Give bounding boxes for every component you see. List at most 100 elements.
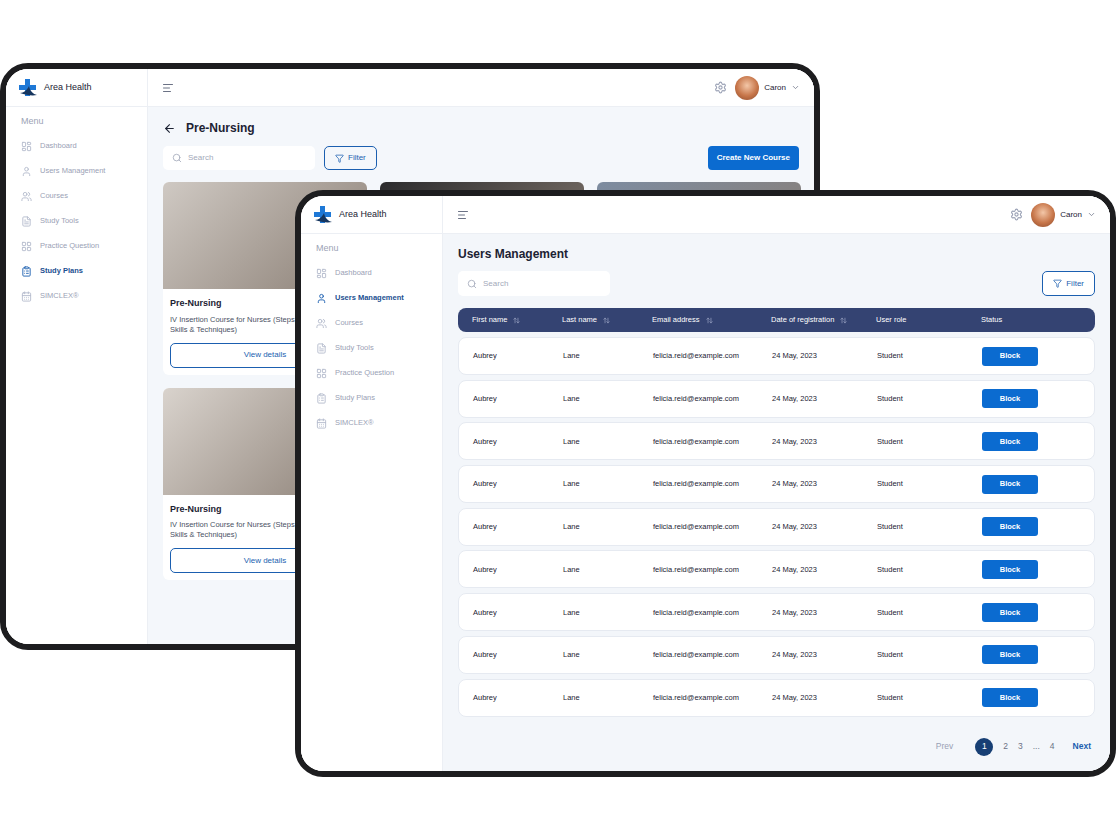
- block-button[interactable]: Block: [982, 475, 1038, 494]
- sidebar-item[interactable]: Dashboard: [21, 139, 132, 154]
- next-button[interactable]: Next: [1073, 740, 1091, 753]
- course-description: IV Insertion Course for Nurses (Steps, S…: [170, 520, 298, 540]
- role-cell: Student: [877, 350, 982, 361]
- last-name-cell: Lane: [563, 350, 653, 361]
- settings-icon[interactable]: [714, 81, 727, 94]
- menu-toggle-icon[interactable]: [162, 82, 174, 94]
- back-arrow-icon[interactable]: [163, 122, 176, 135]
- table-row: AubreyLanefelicia.reid@example.com24 May…: [458, 508, 1095, 546]
- sidebar-item[interactable]: Courses: [316, 316, 427, 331]
- column-header[interactable]: Date of registration: [771, 314, 876, 325]
- menu-item-icon: [21, 291, 32, 302]
- brand[interactable]: Area Health: [301, 196, 442, 234]
- search-field[interactable]: Search: [458, 271, 610, 296]
- table-row: AubreyLanefelicia.reid@example.com24 May…: [458, 636, 1095, 674]
- avatar: [1031, 203, 1055, 227]
- email-cell: felicia.reid@example.com: [653, 564, 772, 575]
- page-title: Pre-Nursing: [163, 119, 799, 137]
- sidebar-item[interactable]: Dashboard: [316, 266, 427, 281]
- menu-item-icon: [21, 141, 32, 152]
- sidebar: Area HealthMenuDashboardUsers Management…: [6, 69, 148, 644]
- block-button[interactable]: Block: [982, 389, 1038, 408]
- email-cell: felicia.reid@example.com: [653, 350, 772, 361]
- first-name-cell: Aubrey: [473, 478, 563, 489]
- page-button[interactable]: 3: [1018, 740, 1023, 753]
- filter-icon: [1053, 279, 1062, 288]
- first-name-cell: Aubrey: [473, 436, 563, 447]
- filter-button[interactable]: Filter: [1042, 271, 1095, 296]
- column-header[interactable]: Last name: [562, 314, 652, 325]
- menu-item-icon: [21, 166, 32, 177]
- block-button[interactable]: Block: [982, 645, 1038, 664]
- last-name-cell: Lane: [563, 393, 653, 404]
- users-table: First nameLast nameEmail addressDate of …: [458, 308, 1095, 717]
- first-name-cell: Aubrey: [473, 607, 563, 618]
- block-button[interactable]: Block: [982, 560, 1038, 579]
- block-button[interactable]: Block: [982, 432, 1038, 451]
- date-cell: 24 May, 2023: [772, 607, 877, 618]
- date-cell: 24 May, 2023: [772, 350, 877, 361]
- menu-label: Menu: [301, 242, 442, 256]
- brand[interactable]: Area Health: [6, 69, 147, 107]
- sidebar-item[interactable]: Courses: [21, 189, 132, 204]
- block-button[interactable]: Block: [982, 603, 1038, 622]
- user-menu[interactable]: Caron: [1031, 203, 1096, 227]
- first-name-cell: Aubrey: [473, 692, 563, 703]
- settings-icon[interactable]: [1010, 208, 1023, 221]
- column-header[interactable]: Email address: [652, 314, 771, 325]
- table-row: AubreyLanefelicia.reid@example.com24 May…: [458, 422, 1095, 460]
- course-description: IV Insertion Course for Nurses (Steps, S…: [170, 315, 298, 335]
- sidebar-item[interactable]: Users Management: [316, 291, 427, 306]
- sidebar-item[interactable]: Study Plans: [21, 264, 132, 279]
- menu-toggle-icon[interactable]: [457, 209, 469, 221]
- search-icon: [467, 279, 477, 289]
- date-cell: 24 May, 2023: [772, 649, 877, 660]
- role-cell: Student: [877, 393, 982, 404]
- menu-item-icon: [316, 268, 327, 279]
- front-tablet: Area Health Menu Dashboard Users Management…: [295, 190, 1116, 777]
- table-header: First nameLast nameEmail addressDate of …: [458, 308, 1095, 332]
- table-row: AubreyLanefelicia.reid@example.com24 May…: [458, 380, 1095, 418]
- block-button[interactable]: Block: [982, 347, 1038, 366]
- header: Caron: [148, 69, 814, 107]
- create-course-button[interactable]: Create New Course: [708, 146, 799, 170]
- menu-item-icon: [21, 191, 32, 202]
- sidebar-item[interactable]: Study Plans: [316, 391, 427, 406]
- email-cell: felicia.reid@example.com: [653, 649, 772, 660]
- sidebar-item[interactable]: Users Management: [21, 164, 132, 179]
- sidebar-item[interactable]: SIMCLEX®: [21, 289, 132, 304]
- user-menu[interactable]: Caron: [735, 76, 800, 100]
- page-button[interactable]: ...: [1033, 740, 1040, 753]
- search-icon: [172, 153, 182, 163]
- last-name-cell: Lane: [563, 478, 653, 489]
- email-cell: felicia.reid@example.com: [653, 436, 772, 447]
- sidebar-item[interactable]: SIMCLEX®: [316, 416, 427, 431]
- filter-icon: [335, 154, 344, 163]
- menu-item-icon: [316, 368, 327, 379]
- last-name-cell: Lane: [563, 564, 653, 575]
- filter-button[interactable]: Filter: [324, 146, 377, 170]
- page-button[interactable]: 4: [1050, 740, 1055, 753]
- menu-item-icon: [21, 266, 32, 277]
- block-button[interactable]: Block: [982, 517, 1038, 536]
- header: Caron: [443, 196, 1110, 234]
- menu-item-icon: [316, 318, 327, 329]
- search-field[interactable]: Search: [163, 146, 315, 170]
- chevron-down-icon: [791, 83, 800, 92]
- column-header[interactable]: First name: [472, 314, 562, 325]
- role-cell: Student: [877, 649, 982, 660]
- page-button[interactable]: 1: [975, 738, 993, 756]
- email-cell: felicia.reid@example.com: [653, 607, 772, 618]
- sidebar-item[interactable]: Study Tools: [21, 214, 132, 229]
- sidebar-item[interactable]: Study Tools: [316, 341, 427, 356]
- block-button[interactable]: Block: [982, 688, 1038, 707]
- first-name-cell: Aubrey: [473, 350, 563, 361]
- table-row: AubreyLanefelicia.reid@example.com24 May…: [458, 593, 1095, 631]
- avatar: [735, 76, 759, 100]
- email-cell: felicia.reid@example.com: [653, 393, 772, 404]
- sidebar-item[interactable]: Practice Question: [21, 239, 132, 254]
- prev-button[interactable]: Prev: [936, 740, 953, 753]
- sidebar-item[interactable]: Practice Question: [316, 366, 427, 381]
- page-button[interactable]: 2: [1003, 740, 1008, 753]
- sort-icon: [840, 317, 847, 324]
